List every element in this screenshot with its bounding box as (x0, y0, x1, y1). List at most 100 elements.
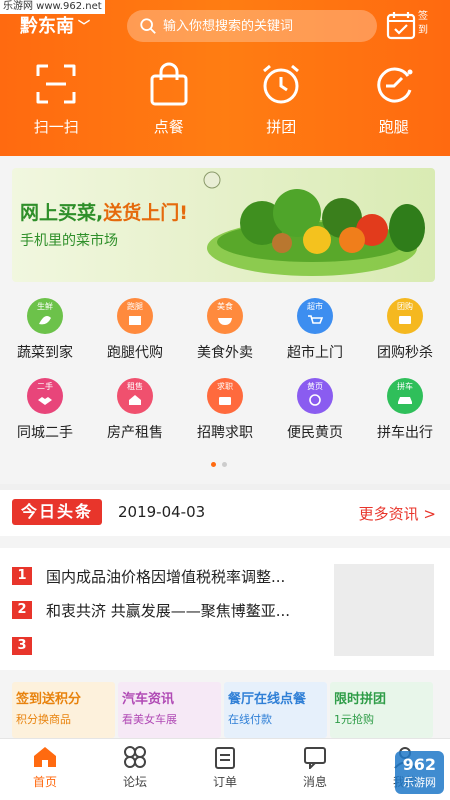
quick-label: 扫一扫 (33, 118, 79, 136)
car-icon: 拼车 (387, 378, 423, 414)
category-carpool[interactable]: 拼车 拼车出行 (360, 374, 450, 454)
city-name: 黔东南 (20, 16, 74, 37)
tab-label: 消息 (302, 775, 327, 789)
promo-subtitle: 积分换商品 (16, 713, 71, 726)
category-supermarket[interactable]: 超市 超市上门 (270, 294, 360, 374)
corner-watermark: 962 乐游网 (394, 751, 444, 794)
promo-card-restaurant[interactable]: 餐厅在线点餐 在线付款 (224, 682, 327, 738)
category-tag: 团购 (397, 302, 413, 311)
category-label: 招聘求职 (197, 425, 253, 441)
category-row: 二手 同城二手 租售 房产租售 求职 招聘求职 黄页 便民黄页 拼车 拼车出行 (0, 374, 450, 454)
news-item[interactable]: 2 和衷共济 共赢发展——聚焦博鳌亚... (12, 600, 326, 620)
news-item[interactable]: 3 (12, 636, 326, 656)
category-row: 生鲜 蔬菜到家 跑腿 跑腿代购 美食 美食外卖 超市 超市上门 团购 团购秒杀 (0, 294, 450, 374)
tab-messages[interactable]: 消息 (270, 739, 360, 800)
promo-title: 汽车资讯 (122, 692, 175, 707)
house-icon: 租售 (117, 378, 153, 414)
tab-label: 首页 (32, 775, 57, 789)
news-rank: 1 (12, 567, 32, 585)
news-title: 和衷共济 共赢发展——聚焦博鳌亚... (46, 601, 291, 620)
food-bowl-icon: 美食 (207, 298, 243, 334)
promo-title: 限时拼团 (334, 692, 387, 707)
news-header: 今日头条 2019-04-03 更多资讯 > (0, 484, 450, 536)
quick-errand[interactable]: 跑腿 (338, 62, 450, 137)
banner-title: 网上买菜,送货上门! (20, 198, 188, 225)
promo-banner[interactable]: 网上买菜,送货上门! 手机里的菜市场 (12, 168, 435, 282)
news-date: 2019-04-03 (118, 503, 206, 521)
category-tag: 黄页 (307, 382, 323, 391)
tab-orders[interactable]: 订单 (180, 739, 270, 800)
news-item[interactable]: 1 国内成品油价格因增值税税率调整... (12, 566, 326, 586)
category-label: 房产租售 (107, 425, 163, 441)
news-list: 1 国内成品油价格因增值税税率调整... 2 和衷共济 共赢发展——聚焦博鳌亚.… (0, 548, 450, 670)
promo-title: 餐厅在线点餐 (228, 692, 307, 707)
promo-subtitle: 在线付款 (228, 713, 272, 726)
category-yellow-pages[interactable]: 黄页 便民黄页 (270, 374, 360, 454)
bottom-tab-bar: 首页 论坛 订单 消息 我的 962乐游网 (0, 738, 450, 800)
phone-icon: 黄页 (297, 378, 333, 414)
shopping-bag-icon (150, 62, 188, 106)
search-bar[interactable] (127, 10, 377, 42)
page-indicator (211, 462, 227, 467)
ticket-icon: 团购 (387, 298, 423, 334)
vegetable-basket-image (203, 171, 425, 276)
quick-scan[interactable]: 扫一扫 (0, 62, 113, 137)
category-tag: 租售 (127, 382, 143, 391)
category-real-estate[interactable]: 租售 房产租售 (90, 374, 180, 454)
category-tag: 二手 (37, 382, 53, 391)
search-icon (140, 18, 156, 34)
clipboard-icon (215, 747, 235, 769)
city-selector[interactable]: 黔东南 ﹀ (20, 14, 90, 39)
signin-button[interactable]: 签到 (386, 10, 438, 44)
category-label: 超市上门 (287, 345, 343, 361)
quick-actions: 扫一扫 点餐 拼团 跑腿 (0, 62, 450, 137)
category-group-buy[interactable]: 团购 团购秒杀 (360, 294, 450, 374)
news-rank: 3 (12, 637, 32, 655)
quick-group[interactable]: 拼团 (225, 62, 338, 137)
chevron-down-icon: ﹀ (78, 19, 91, 33)
leaf-icon: 生鲜 (27, 298, 63, 334)
scan-icon (36, 64, 76, 104)
promo-subtitle: 看美女车展 (122, 713, 177, 726)
home-icon (34, 747, 56, 767)
category-tag: 跑腿 (127, 302, 143, 311)
promo-card-group[interactable]: 限时拼团 1元抢购 (330, 682, 433, 738)
promo-subtitle: 1元抢购 (334, 713, 374, 726)
category-tag: 美食 (217, 302, 233, 311)
category-jobs[interactable]: 求职 招聘求职 (180, 374, 270, 454)
news-thumbnail[interactable] (334, 564, 434, 656)
quick-order[interactable]: 点餐 (113, 62, 226, 137)
site-watermark: 乐游网 www.962.net (0, 0, 105, 14)
handshake-icon: 二手 (27, 378, 63, 414)
quick-label: 跑腿 (378, 118, 409, 136)
errand-icon (377, 67, 413, 103)
alarm-clock-icon (263, 64, 300, 104)
more-news-link[interactable]: 更多资讯 > (359, 503, 436, 524)
category-second-hand[interactable]: 二手 同城二手 (0, 374, 90, 454)
category-errand[interactable]: 跑腿 跑腿代购 (90, 294, 180, 374)
page-dot (222, 462, 227, 467)
briefcase-icon: 求职 (207, 378, 243, 414)
promo-card-signin[interactable]: 签到送积分 积分换商品 (12, 682, 115, 738)
watermark-site: 乐游网 (403, 776, 436, 789)
tab-label: 论坛 (122, 775, 147, 789)
category-label: 团购秒杀 (377, 345, 433, 361)
category-food[interactable]: 美食 美食外卖 (180, 294, 270, 374)
tab-forum[interactable]: 论坛 (90, 739, 180, 800)
search-input[interactable] (163, 18, 377, 34)
watermark-brand: 962 (402, 755, 436, 774)
category-tag: 求职 (217, 382, 233, 391)
promo-title: 签到送积分 (16, 692, 82, 707)
shopping-cart-icon: 超市 (297, 298, 333, 334)
grid-flower-icon (124, 746, 146, 768)
signin-label: 签到 (418, 11, 428, 36)
category-label: 跑腿代购 (107, 345, 163, 361)
tab-home[interactable]: 首页 (0, 739, 90, 800)
category-label: 美食外卖 (197, 345, 253, 361)
banner-title-part2: 送货上门! (103, 202, 188, 224)
message-icon (304, 747, 326, 769)
category-tag: 超市 (307, 302, 323, 311)
category-fresh-veg[interactable]: 生鲜 蔬菜到家 (0, 294, 90, 374)
promo-card-auto[interactable]: 汽车资讯 看美女车展 (118, 682, 221, 738)
category-label: 同城二手 (17, 425, 73, 441)
